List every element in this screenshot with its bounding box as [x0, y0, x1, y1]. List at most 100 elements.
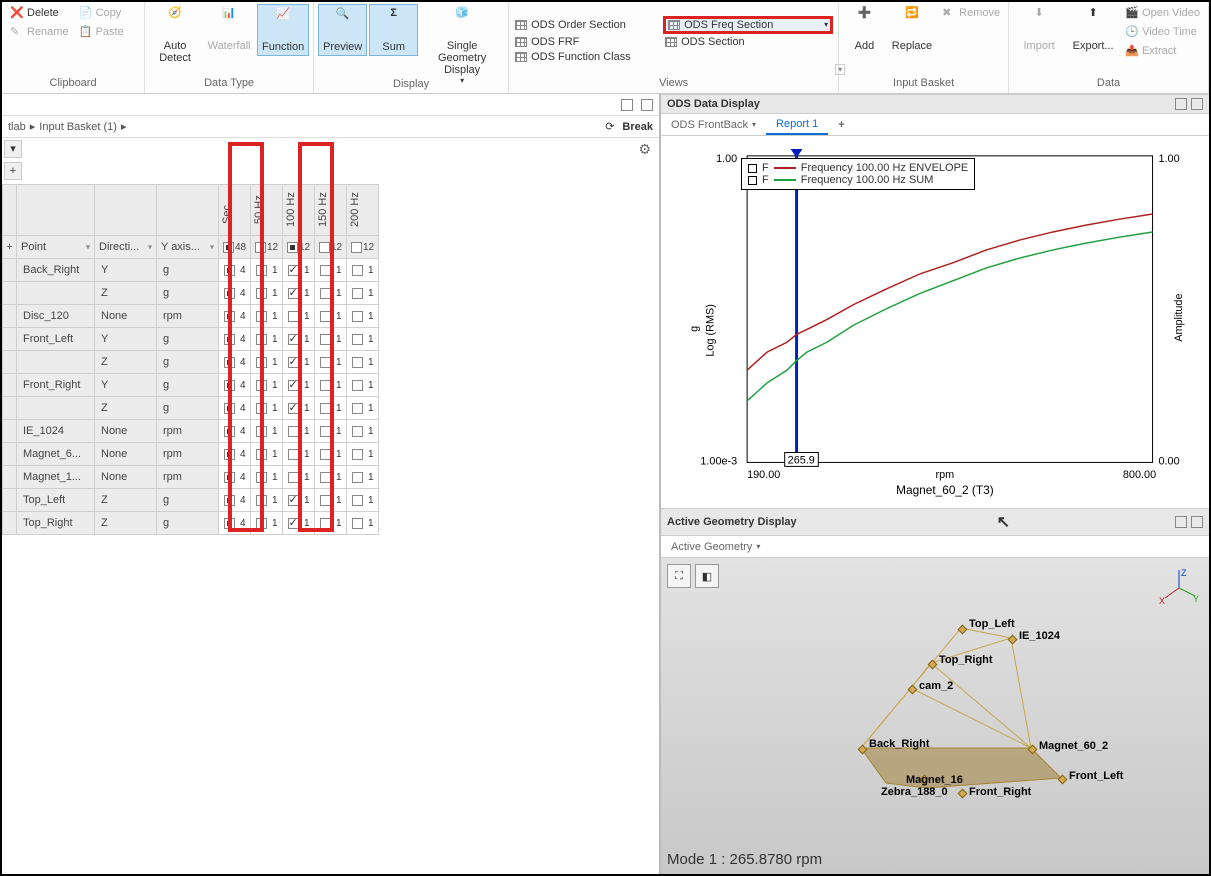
checkbox[interactable] [320, 380, 331, 391]
view-ods-freq[interactable]: ODS Freq Section▾ [663, 16, 833, 34]
checkbox[interactable] [288, 426, 299, 437]
chart[interactable]: 265.9 1.00 1.00e-3 1.00 0.00 190.00 800.… [661, 136, 1209, 508]
table-row[interactable]: Disc_120Nonerpm41111 [3, 305, 379, 328]
checkbox[interactable] [287, 242, 298, 253]
layout-icon[interactable] [1191, 516, 1203, 528]
checkbox[interactable] [320, 403, 331, 414]
single-geometry-button[interactable]: 🧊Single Geometry Display▾ [420, 4, 504, 87]
open-video-button[interactable]: 🎬Open Video [1121, 4, 1204, 22]
checkbox[interactable] [288, 357, 299, 368]
gear-icon[interactable]: ⚙ [638, 141, 651, 158]
checkbox[interactable] [256, 518, 267, 529]
paste-button[interactable]: 📋Paste [75, 23, 128, 41]
checkbox[interactable] [256, 403, 267, 414]
table-row[interactable]: Top_RightZg41111 [3, 512, 379, 535]
checkbox[interactable] [288, 518, 299, 529]
layout-icon[interactable] [1175, 516, 1187, 528]
checkbox[interactable] [320, 472, 331, 483]
checkbox[interactable] [352, 403, 363, 414]
extract-button[interactable]: 📤Extract [1121, 42, 1204, 60]
checkbox[interactable] [224, 495, 235, 506]
checkbox[interactable] [320, 311, 331, 322]
add-tab[interactable]: + [828, 116, 854, 134]
view-ods-frf[interactable]: ODS FRF [513, 35, 653, 49]
checkbox[interactable] [319, 242, 330, 253]
checkbox[interactable] [224, 380, 235, 391]
layout-icon-2[interactable] [641, 99, 653, 111]
checkbox[interactable] [256, 357, 267, 368]
checkbox[interactable] [288, 311, 299, 322]
export-button[interactable]: ⬆Export... [1067, 4, 1119, 54]
checkbox[interactable] [224, 288, 235, 299]
checkbox[interactable] [320, 518, 331, 529]
col-100hz[interactable]: 100 Hz [283, 185, 299, 235]
checkbox[interactable] [320, 265, 331, 276]
checkbox[interactable] [352, 495, 363, 506]
rename-button[interactable]: ✎Rename [6, 23, 73, 41]
checkbox[interactable] [256, 288, 267, 299]
checkbox[interactable] [256, 311, 267, 322]
checkbox[interactable] [256, 449, 267, 460]
checkbox[interactable] [288, 472, 299, 483]
checkbox[interactable] [320, 495, 331, 506]
checkbox[interactable] [288, 265, 299, 276]
ods-frontback-dropdown[interactable]: ODS FrontBack ▾ [661, 116, 766, 134]
waterfall-button[interactable]: 📊Waterfall [203, 4, 255, 54]
table-row[interactable]: Zg41111 [3, 397, 379, 420]
table-row[interactable]: Back_RightYg41111 [3, 259, 379, 282]
table-row[interactable]: Magnet_6...Nonerpm41111 [3, 443, 379, 466]
table-row[interactable]: Zg41111 [3, 351, 379, 374]
video-time-button[interactable]: 🕒Video Time [1121, 23, 1204, 41]
header-point[interactable]: Point▾ [17, 236, 95, 259]
layout-icon-1[interactable] [621, 99, 633, 111]
add-button[interactable]: ➕Add [843, 4, 886, 54]
layout-icon[interactable] [1191, 98, 1203, 110]
view-ods-function-class[interactable]: ODS Function Class [513, 50, 653, 64]
checkbox[interactable] [352, 265, 363, 276]
checkbox[interactable] [224, 265, 235, 276]
checkbox[interactable] [320, 449, 331, 460]
col-200hz[interactable]: 200 Hz [347, 185, 363, 235]
table-row[interactable]: Magnet_1...Nonerpm41111 [3, 466, 379, 489]
checkbox[interactable] [320, 288, 331, 299]
checkbox[interactable] [256, 472, 267, 483]
auto-detect-button[interactable]: 🧭Auto Detect [149, 4, 201, 66]
replace-button[interactable]: 🔁Replace [888, 4, 936, 54]
sum-button[interactable]: ΣSum [369, 4, 418, 56]
table-row[interactable]: IE_1024Nonerpm41111 [3, 420, 379, 443]
geometry-viewport[interactable]: ⛶ ◧ Top_Left IE_1024 Top_Right cam_2 Bac… [661, 558, 1209, 874]
remove-button[interactable]: ✖Remove [938, 4, 1004, 22]
checkbox[interactable] [288, 403, 299, 414]
table-row[interactable]: Front_LeftYg41111 [3, 328, 379, 351]
checkbox[interactable] [320, 334, 331, 345]
import-button[interactable]: ⬇Import [1013, 4, 1065, 54]
checkbox[interactable] [320, 426, 331, 437]
breadcrumb[interactable]: tlab ▸ Input Basket (1) ▸ [8, 120, 597, 133]
checkbox[interactable] [224, 472, 235, 483]
checkbox[interactable] [320, 357, 331, 368]
checkbox[interactable] [224, 357, 235, 368]
checkbox[interactable] [224, 449, 235, 460]
col-150hz[interactable]: 150 Hz [315, 185, 331, 235]
add-filter-button[interactable]: + [4, 162, 22, 180]
report-tab[interactable]: Report 1 [766, 115, 828, 135]
checkbox[interactable] [288, 380, 299, 391]
checkbox[interactable] [255, 242, 266, 253]
checkbox[interactable] [256, 265, 267, 276]
preview-button[interactable]: 🔍Preview [318, 4, 367, 56]
function-button[interactable]: 📈Function [257, 4, 309, 56]
col-sec[interactable]: Sec... [219, 185, 235, 235]
checkbox[interactable] [352, 426, 363, 437]
table-row[interactable]: Top_LeftZg41111 [3, 489, 379, 512]
checkbox[interactable] [352, 380, 363, 391]
layout-icon[interactable] [1175, 98, 1187, 110]
filter-button[interactable]: ▾ [4, 140, 22, 158]
checkbox[interactable] [256, 426, 267, 437]
checkbox[interactable] [352, 518, 363, 529]
break-button[interactable]: Break [622, 121, 653, 133]
delete-button[interactable]: ❌Delete [6, 4, 73, 22]
checkbox[interactable] [224, 403, 235, 414]
checkbox[interactable] [224, 518, 235, 529]
refresh-icon[interactable]: ⟳ [605, 120, 614, 133]
checkbox[interactable] [223, 242, 234, 253]
